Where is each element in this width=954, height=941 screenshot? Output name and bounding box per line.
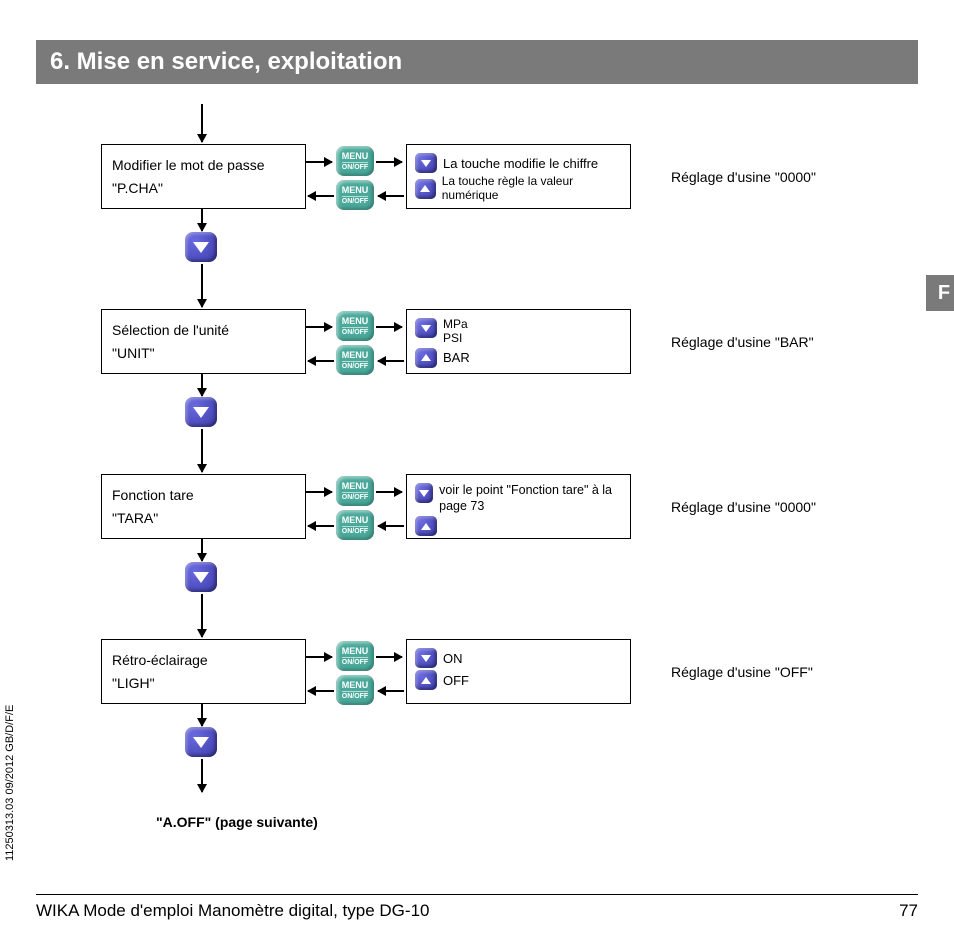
arrow-down-icon [201, 594, 203, 637]
factory-setting: Réglage d'usine "BAR" [671, 334, 891, 350]
unit-option: PSI [443, 332, 468, 346]
page-footer: WIKA Mode d'emploi Manomètre digital, ty… [36, 894, 918, 921]
arrow-down-icon [201, 264, 203, 307]
arrow-down-icon [201, 104, 203, 142]
arrow-down-icon [201, 209, 203, 231]
option-text: La touche modifie le chiffre [443, 156, 598, 171]
menu-button[interactable]: MENUON/OFF [336, 476, 374, 506]
unit-option: MPa [443, 318, 468, 332]
step-title: Modifier le mot de passe [112, 157, 295, 173]
step-box: Fonction tare "TARA" [101, 474, 306, 539]
step-code: "TARA" [112, 510, 295, 526]
arrow-right-icon [306, 491, 332, 493]
arrow-right-icon [306, 161, 332, 163]
arrow-right-icon [376, 656, 402, 658]
arrow-right-icon [306, 656, 332, 658]
step-title: Sélection de l'unité [112, 322, 295, 338]
arrow-left-icon [308, 195, 334, 197]
down-button[interactable] [185, 397, 217, 427]
up-icon[interactable] [415, 348, 437, 368]
arrow-right-icon [376, 326, 402, 328]
down-button[interactable] [185, 727, 217, 757]
arrow-down-icon [201, 539, 203, 561]
footer-title: WIKA Mode d'emploi Manomètre digital, ty… [36, 901, 429, 921]
arrow-left-icon [308, 360, 334, 362]
arrow-left-icon [378, 690, 404, 692]
arrow-right-icon [376, 161, 402, 163]
arrow-down-icon [201, 704, 203, 726]
factory-setting: Réglage d'usine "0000" [671, 169, 891, 185]
flow-diagram: Modifier le mot de passe "P.CHA" MENUON/… [101, 114, 918, 874]
down-icon[interactable] [415, 318, 437, 338]
step-box: Modifier le mot de passe "P.CHA" [101, 144, 306, 209]
step-box: Rétro-éclairage "LIGH" [101, 639, 306, 704]
option-text: voir le point "Fonction tare" à la page … [439, 483, 622, 514]
down-icon[interactable] [415, 153, 437, 173]
option-text: OFF [443, 673, 469, 688]
down-icon[interactable] [415, 483, 433, 503]
options-box: voir le point "Fonction tare" à la page … [406, 474, 631, 539]
step-code: "LIGH" [112, 675, 295, 691]
menu-button[interactable]: MENUON/OFF [336, 510, 374, 540]
arrow-right-icon [376, 491, 402, 493]
step-box: Sélection de l'unité "UNIT" [101, 309, 306, 374]
menu-button[interactable]: MENUON/OFF [336, 146, 374, 176]
menu-button[interactable]: MENUON/OFF [336, 641, 374, 671]
step-title: Fonction tare [112, 487, 295, 503]
option-text: ON [443, 651, 463, 666]
up-icon[interactable] [415, 670, 437, 690]
factory-setting: Réglage d'usine "OFF" [671, 664, 891, 680]
options-box: MPaPSI BAR [406, 309, 631, 374]
menu-button[interactable]: MENUON/OFF [336, 311, 374, 341]
options-box: La touche modifie le chiffre La touche r… [406, 144, 631, 209]
step-code: "P.CHA" [112, 180, 295, 196]
arrow-down-icon [201, 374, 203, 396]
arrow-right-icon [306, 326, 332, 328]
option-text: La touche règle la valeur numérique [442, 175, 622, 203]
down-button[interactable] [185, 562, 217, 592]
arrow-left-icon [378, 525, 404, 527]
menu-button[interactable]: MENUON/OFF [336, 180, 374, 210]
section-header: 6. Mise en service, exploitation [36, 40, 918, 84]
unit-option: BAR [443, 350, 470, 365]
arrow-left-icon [378, 195, 404, 197]
arrow-left-icon [308, 690, 334, 692]
menu-button[interactable]: MENUON/OFF [336, 675, 374, 705]
step-code: "UNIT" [112, 345, 295, 361]
options-box: ON OFF [406, 639, 631, 704]
up-icon[interactable] [415, 516, 437, 536]
up-icon[interactable] [415, 179, 436, 199]
arrow-left-icon [308, 525, 334, 527]
step-title: Rétro-éclairage [112, 652, 295, 668]
factory-setting: Réglage d'usine "0000" [671, 499, 891, 515]
down-icon[interactable] [415, 648, 437, 668]
language-tab: F [926, 275, 954, 311]
down-button[interactable] [185, 232, 217, 262]
menu-button[interactable]: MENUON/OFF [336, 345, 374, 375]
document-reference: 11250313.03 09/2012 GB/D/F/E [4, 705, 16, 861]
arrow-down-icon [201, 759, 203, 792]
arrow-left-icon [378, 360, 404, 362]
page-number: 77 [899, 901, 918, 921]
arrow-down-icon [201, 429, 203, 472]
next-page-label: "A.OFF" (page suivante) [156, 814, 318, 830]
